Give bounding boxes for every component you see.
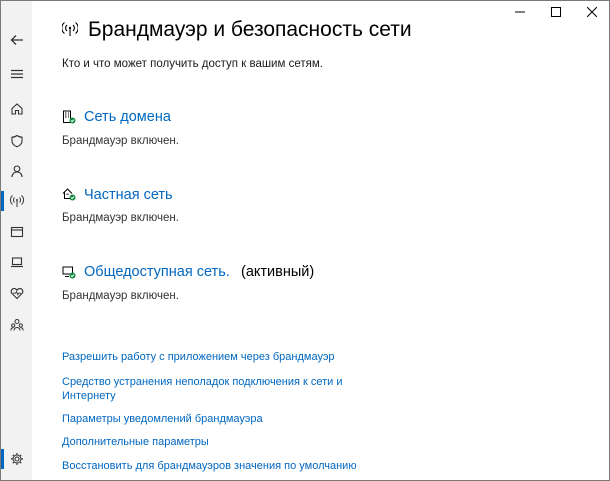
- account-icon: [10, 165, 23, 178]
- nav-virus-protection[interactable]: [1, 128, 32, 154]
- firewall-notification-settings-link[interactable]: Параметры уведомлений брандмауэра: [62, 412, 362, 426]
- private-network-link[interactable]: Частная сеть: [84, 187, 173, 203]
- nav-settings[interactable]: [1, 446, 32, 472]
- family-icon: [9, 319, 24, 331]
- domain-network-link[interactable]: Сеть домена: [84, 109, 171, 125]
- back-icon: [10, 35, 23, 45]
- domain-network-icon: [63, 110, 76, 124]
- device-health-icon: [10, 288, 23, 300]
- nav-account-protection[interactable]: [1, 158, 32, 184]
- allow-app-through-firewall-link[interactable]: Разрешить работу с приложением через бра…: [62, 350, 362, 364]
- public-network-status: Брандмауэр включен.: [62, 290, 179, 302]
- nav-rail: [1, 1, 32, 480]
- nav-family-options[interactable]: [1, 312, 32, 338]
- active-network-label: (активный): [241, 264, 315, 280]
- minimize-icon: [515, 11, 525, 13]
- maximize-icon: [551, 7, 561, 17]
- public-network-link[interactable]: Общедоступная сеть.: [84, 264, 230, 280]
- nav-device-health[interactable]: [1, 280, 32, 306]
- close-icon: [587, 7, 597, 17]
- minimize-button[interactable]: [502, 0, 538, 24]
- page-title: Брандмауэр и безопасность сети: [88, 18, 412, 41]
- maximize-button[interactable]: [538, 0, 574, 24]
- private-network-status: Брандмауэр включен.: [62, 212, 179, 224]
- network-troubleshooter-link[interactable]: Средство устранения неполадок подключени…: [62, 375, 362, 403]
- settings-icon: [10, 453, 23, 465]
- page-subtitle: Кто и что может получить доступ к вашим …: [62, 58, 323, 70]
- back-button[interactable]: [1, 27, 32, 53]
- shield-icon: [10, 134, 23, 148]
- private-network-icon: [62, 188, 76, 201]
- public-network-icon: [62, 266, 76, 279]
- menu-icon: [10, 69, 23, 79]
- home-icon: [10, 103, 23, 115]
- close-button[interactable]: [574, 0, 610, 24]
- nav-app-browser-control[interactable]: [1, 219, 32, 245]
- nav-device-security[interactable]: [1, 249, 32, 275]
- window-frame: [0, 0, 610, 481]
- menu-button[interactable]: [1, 61, 32, 87]
- device-security-icon: [10, 257, 23, 268]
- nav-home[interactable]: [1, 96, 32, 122]
- restore-defaults-link[interactable]: Восстановить для брандмауэров значения п…: [62, 459, 362, 473]
- advanced-settings-link[interactable]: Дополнительные параметры: [62, 435, 362, 449]
- nav-firewall[interactable]: [1, 188, 32, 214]
- network-icon: [62, 22, 78, 36]
- app-browser-icon: [10, 226, 23, 238]
- network-icon: [9, 195, 24, 207]
- domain-network-status: Брандмауэр включен.: [62, 135, 179, 147]
